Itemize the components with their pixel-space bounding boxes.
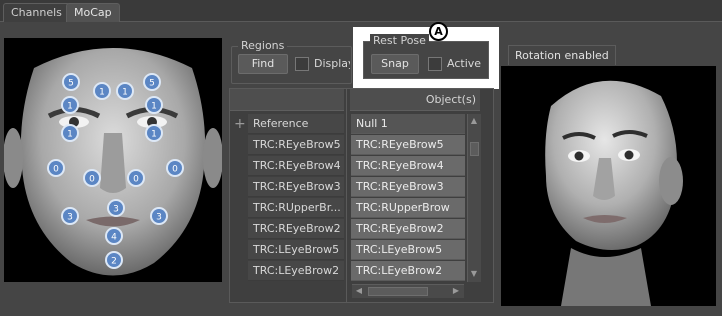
marker-16[interactable]: 4 xyxy=(105,227,123,245)
region-column-header xyxy=(230,89,344,111)
marker-label: 5 xyxy=(68,79,74,89)
marker-4[interactable]: 5 xyxy=(143,73,161,91)
find-button[interactable]: Find xyxy=(238,54,288,74)
marker-label: 5 xyxy=(149,79,155,89)
object-cell[interactable]: TRC:REyeBrow2 xyxy=(351,219,465,239)
region-cell[interactable]: Reference xyxy=(248,114,344,134)
marker-15[interactable]: 3 xyxy=(150,207,168,225)
tab-channels[interactable]: Channels xyxy=(3,3,70,22)
horizontal-scrollbar[interactable]: ◀ ▶ xyxy=(352,284,464,298)
marker-6[interactable]: 1 xyxy=(145,96,163,114)
marker-17[interactable]: 2 xyxy=(105,251,123,269)
marker-label: 1 xyxy=(67,130,73,140)
marker-label: 0 xyxy=(53,165,59,175)
vertical-scroll-thumb[interactable] xyxy=(470,142,479,156)
object-cell[interactable]: TRC:RUpperBrow xyxy=(351,198,465,218)
rotation-enabled-label: Rotation enabled xyxy=(508,45,616,65)
callout-badge-a: A xyxy=(429,22,448,41)
region-object-grid: Object(s) + Reference Null 1 TRC:REyeBrow5 T… xyxy=(229,88,494,303)
object-cell[interactable]: TRC:REyeBrow3 xyxy=(351,177,465,197)
display-label: Display xyxy=(314,57,350,70)
marker-10[interactable]: 0 xyxy=(83,169,101,187)
expand-icon[interactable]: + xyxy=(234,114,246,134)
scroll-right-icon[interactable]: ▶ xyxy=(450,285,462,297)
region-cell[interactable]: TRC:LEyeBrow2 xyxy=(248,261,344,281)
object-cell[interactable]: TRC:REyeBrow5 xyxy=(351,135,465,155)
marker-label: 3 xyxy=(156,213,162,223)
marker-label: 2 xyxy=(111,257,117,267)
region-cell[interactable]: TRC:REyeBrow4 xyxy=(248,156,344,176)
active-checkbox[interactable] xyxy=(428,57,442,71)
rest-pose-title: Rest Pose xyxy=(370,34,429,48)
marker-2[interactable]: 1 xyxy=(93,82,111,100)
marker-11[interactable]: 0 xyxy=(127,169,145,187)
head-preview-viewport[interactable] xyxy=(501,66,716,306)
marker-8[interactable]: 1 xyxy=(145,124,163,142)
object-cell[interactable]: Null 1 xyxy=(351,114,465,134)
marker-label: 1 xyxy=(151,102,157,112)
grid-rows: + Reference Null 1 TRC:REyeBrow5 TRC:REyeBro… xyxy=(230,114,480,284)
marker-14[interactable]: 3 xyxy=(107,199,125,217)
marker-1[interactable]: 5 xyxy=(62,73,80,91)
snap-button[interactable]: Snap xyxy=(371,54,419,74)
marker-label: 1 xyxy=(122,88,128,98)
tab-mocap[interactable]: MoCap xyxy=(66,3,120,22)
marker-9[interactable]: 0 xyxy=(47,159,65,177)
marker-label: 0 xyxy=(89,175,95,185)
marker-7[interactable]: 1 xyxy=(61,124,79,142)
scroll-down-icon[interactable]: ▼ xyxy=(468,268,480,280)
marker-overlay: 5 1 1 5 1 1 1 1 0 0 0 0 3 3 3 4 2 xyxy=(47,73,184,269)
marker-label: 3 xyxy=(67,213,73,223)
region-cell[interactable]: TRC:REyeBrow2 xyxy=(248,219,344,239)
marker-label: 4 xyxy=(111,233,117,243)
marker-3[interactable]: 1 xyxy=(116,82,134,100)
regions-title: Regions xyxy=(238,39,288,53)
marker-label: 0 xyxy=(172,165,178,175)
marker-label: 3 xyxy=(113,205,119,215)
region-cell[interactable]: TRC:REyeBrow5 xyxy=(248,135,344,155)
region-cell[interactable]: TRC:REyeBrow3 xyxy=(248,177,344,197)
region-cell[interactable]: TRC:LEyeBrow5 xyxy=(248,240,344,260)
object-cell[interactable]: TRC:LEyeBrow5 xyxy=(351,240,465,260)
region-cell[interactable]: TRC:RUpperBr... xyxy=(248,198,344,218)
marker-label: 1 xyxy=(67,102,73,112)
active-label: Active xyxy=(447,57,482,70)
marker-label: 0 xyxy=(133,175,139,185)
vertical-scrollbar[interactable]: ▲ ▼ xyxy=(467,114,481,282)
objects-column-header: Object(s) xyxy=(350,89,480,111)
marker-face-map[interactable]: 5 1 1 5 1 1 1 1 0 0 0 0 3 3 3 4 2 xyxy=(4,38,222,282)
marker-12[interactable]: 0 xyxy=(166,159,184,177)
mocap-panel: Channels MoCap 5 1 1 5 1 1 1 1 0 0 0 0 3 3 3 4 2 Regio… xyxy=(0,0,722,316)
marker-label: 1 xyxy=(99,88,105,98)
horizontal-scroll-thumb[interactable] xyxy=(368,287,428,296)
marker-5[interactable]: 1 xyxy=(61,96,79,114)
head-preview-illustration xyxy=(545,80,683,306)
display-checkbox[interactable] xyxy=(295,57,309,71)
marker-13[interactable]: 3 xyxy=(61,207,79,225)
scroll-up-icon[interactable]: ▲ xyxy=(468,115,480,127)
marker-label: 1 xyxy=(151,130,157,140)
tab-strip: Channels MoCap xyxy=(0,0,722,22)
object-cell[interactable]: TRC:LEyeBrow2 xyxy=(351,261,465,281)
object-cell[interactable]: TRC:REyeBrow4 xyxy=(351,156,465,176)
scroll-left-icon[interactable]: ◀ xyxy=(353,285,365,297)
